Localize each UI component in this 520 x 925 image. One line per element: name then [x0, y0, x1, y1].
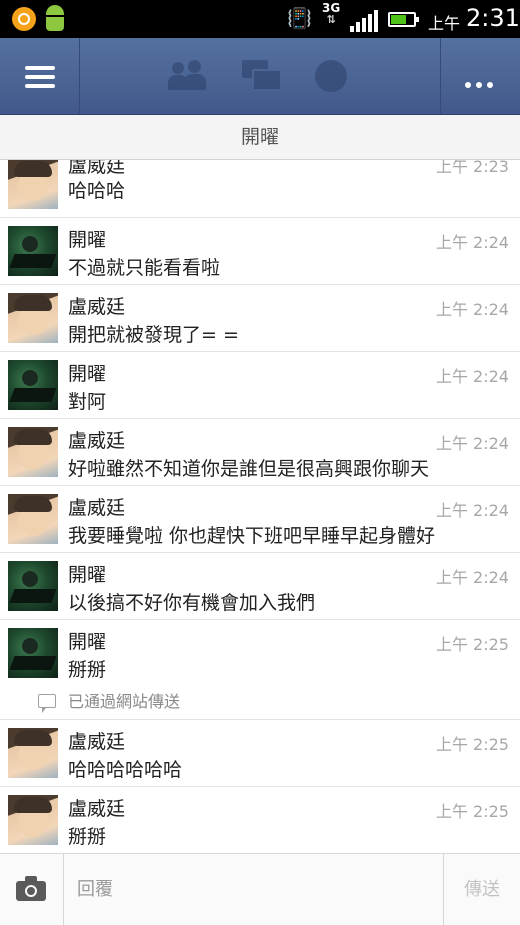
thread-title: 開曜	[0, 115, 520, 160]
top-nav-bar	[0, 38, 520, 115]
message-text: 以後搞不好你有機會加入我們	[68, 592, 316, 614]
avatar[interactable]	[8, 226, 58, 276]
reply-input[interactable]	[64, 854, 444, 925]
status-bar: 📳 3G ⇅ 上午 2:31	[0, 0, 520, 38]
sender-name: 盧威廷	[68, 497, 126, 519]
more-icon	[465, 73, 498, 92]
avatar[interactable]	[8, 561, 58, 611]
message-time: 上午 2:24	[435, 367, 509, 386]
message-time: 上午 2:24	[435, 434, 509, 453]
vibrate-icon: 📳	[287, 6, 312, 30]
message-item: 盧威廷 上午 2:24 我要睡覺啦 你也趕快下班吧早睡早起身體好	[0, 486, 520, 553]
battery-icon	[388, 12, 419, 27]
message-time: 上午 2:24	[435, 501, 509, 520]
message-text: 掰掰	[68, 826, 107, 848]
menu-icon	[25, 66, 55, 88]
message-time: 上午 2:25	[435, 635, 509, 654]
message-text: 對阿	[68, 391, 107, 413]
message-item: 盧威廷 上午 2:23 哈哈哈	[0, 160, 520, 218]
avatar[interactable]	[8, 628, 58, 678]
message-text: 開把就被發現了= =	[68, 324, 239, 346]
message-time: 上午 2:25	[435, 802, 509, 821]
friends-icon[interactable]	[168, 60, 206, 90]
camera-button[interactable]	[0, 854, 64, 925]
android-icon	[44, 5, 66, 33]
message-text: 不過就只能看看啦	[68, 257, 221, 279]
message-item: 開曜 上午 2:24 不過就只能看看啦	[0, 218, 520, 285]
avatar[interactable]	[8, 293, 58, 343]
notification-app-icon	[12, 7, 36, 31]
message-text: 哈哈哈哈哈哈	[68, 759, 183, 781]
send-button[interactable]: 傳送	[443, 854, 520, 925]
message-time: 上午 2:24	[435, 568, 509, 587]
message-item: 盧威廷 上午 2:24 開把就被發現了= =	[0, 285, 520, 352]
speech-bubble-icon	[38, 694, 56, 713]
sender-name: 開曜	[68, 564, 107, 586]
composer-bar: 傳送	[0, 853, 520, 925]
signal-icon	[350, 10, 382, 32]
data-arrows-icon: ⇅	[326, 13, 336, 26]
status-time: 2:31	[466, 4, 520, 32]
message-time: 上午 2:24	[435, 233, 509, 252]
network-type: 3G ⇅	[322, 2, 340, 26]
sender-name: 開曜	[68, 631, 107, 653]
message-time: 上午 2:23	[435, 160, 509, 176]
message-item: 開曜 上午 2:24 以後搞不好你有機會加入我們	[0, 553, 520, 620]
sent-via-web-note: 已通過網站傳送	[38, 688, 181, 713]
sender-name: 開曜	[68, 229, 107, 251]
messages-icon[interactable]	[242, 60, 282, 92]
sender-name: 盧威廷	[68, 430, 126, 452]
message-time: 上午 2:25	[435, 735, 509, 754]
message-item: 開曜 上午 2:24 對阿	[0, 352, 520, 419]
message-text: 掰掰	[68, 659, 107, 681]
sender-name: 盧威廷	[68, 296, 126, 318]
message-time: 上午 2:24	[435, 300, 509, 319]
avatar[interactable]	[8, 494, 58, 544]
status-ampm: 上午	[428, 14, 461, 33]
sender-name: 盧威廷	[68, 798, 126, 820]
avatar[interactable]	[8, 728, 58, 778]
message-text: 好啦雖然不知道你是誰但是很高興跟你聊天	[68, 458, 430, 480]
message-item: 盧威廷 上午 2:25 掰掰	[0, 787, 520, 853]
globe-icon[interactable]	[315, 60, 347, 92]
sender-name: 盧威廷	[68, 731, 126, 753]
avatar[interactable]	[8, 360, 58, 410]
menu-button[interactable]	[0, 38, 80, 114]
message-item: 開曜 上午 2:25 掰掰 已通過網站傳送	[0, 620, 520, 720]
message-item: 盧威廷 上午 2:24 好啦雖然不知道你是誰但是很高興跟你聊天	[0, 419, 520, 486]
sent-via-web-label: 已通過網站傳送	[68, 692, 181, 711]
camera-icon	[16, 876, 46, 901]
sender-name: 開曜	[68, 363, 107, 385]
message-list[interactable]: 盧威廷 上午 2:23 哈哈哈 開曜 上午 2:24 不過就只能看看啦 盧威廷 …	[0, 160, 520, 853]
avatar[interactable]	[8, 427, 58, 477]
message-text: 哈哈哈	[68, 180, 126, 202]
avatar[interactable]	[8, 795, 58, 845]
avatar[interactable]	[8, 160, 58, 209]
message-item: 盧威廷 上午 2:25 哈哈哈哈哈哈	[0, 720, 520, 787]
more-button[interactable]	[440, 38, 520, 114]
message-text: 我要睡覺啦 你也趕快下班吧早睡早起身體好	[68, 525, 436, 547]
